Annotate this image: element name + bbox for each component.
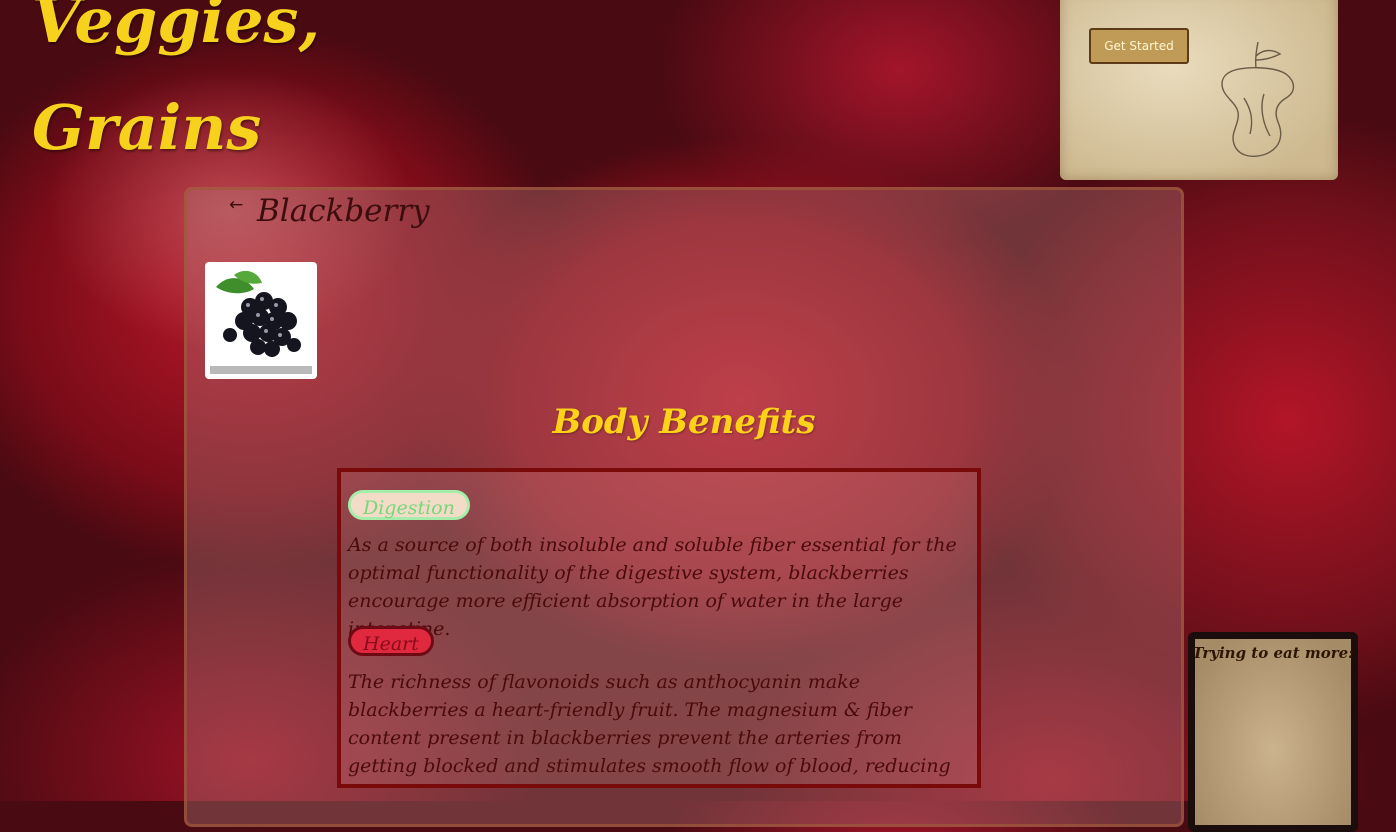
item-image	[205, 262, 317, 379]
benefit-tag-heart: Heart	[348, 626, 434, 656]
site-title-line2: Grains	[32, 91, 262, 164]
blackberry-image	[216, 270, 301, 357]
eat-more-title: Trying to eat more:	[1192, 644, 1354, 662]
site-title-line1: Veggies,	[32, 0, 321, 57]
benefit-tag-digestion: Digestion	[348, 490, 470, 520]
item-detail-card: ← Blackberry Body Benefits Digestion As …	[184, 187, 1184, 827]
promo-panel: Get Started	[1060, 0, 1338, 180]
item-title: Blackberry	[257, 193, 430, 229]
benefit-text-heart: The richness of flavonoids such as antho…	[348, 671, 951, 784]
get-started-button[interactable]: Get Started	[1089, 28, 1189, 64]
section-title: Body Benefits	[552, 402, 816, 442]
eat-more-panel: Trying to eat more:	[1188, 632, 1358, 832]
benefits-box: Digestion As a source of both insoluble …	[337, 468, 981, 788]
apple-core-icon	[1221, 41, 1295, 157]
eat-more-panel-paper	[1195, 639, 1351, 825]
image-caption-bar	[210, 366, 312, 374]
benefit-text-digestion: As a source of both insoluble and solubl…	[348, 534, 957, 640]
back-arrow-icon[interactable]: ←	[229, 195, 243, 215]
